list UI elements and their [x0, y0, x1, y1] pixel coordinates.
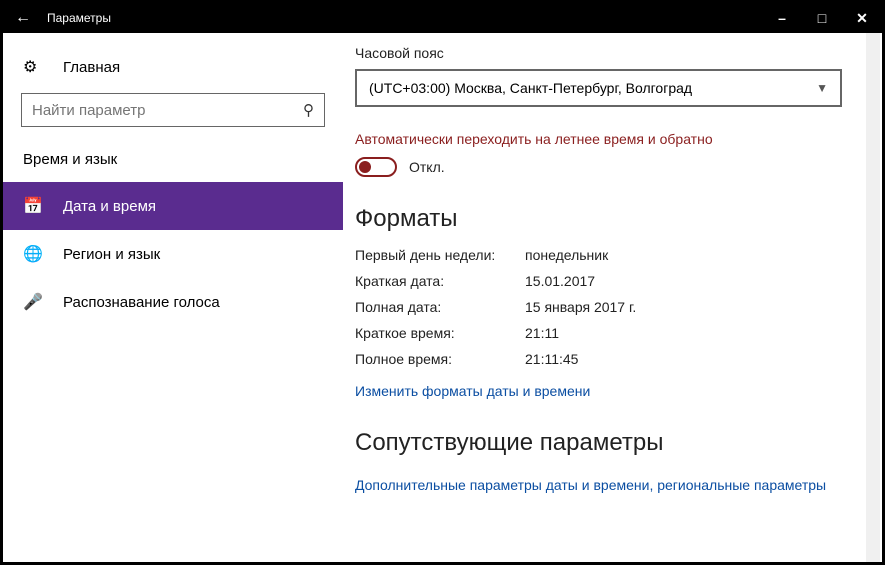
related-settings-link[interactable]: Дополнительные параметры даты и времени,… — [355, 477, 826, 493]
scrollbar[interactable] — [866, 33, 880, 562]
format-row: Краткое время:21:11 — [355, 325, 842, 341]
nav-region-language[interactable]: 🌐 Регион и язык — [3, 230, 343, 278]
search-icon: ⚲ — [303, 101, 314, 119]
back-button[interactable]: ← — [3, 9, 43, 27]
format-val: 15.01.2017 — [525, 273, 595, 289]
dst-state: Откл. — [409, 159, 445, 175]
timezone-label: Часовой пояс — [355, 45, 842, 61]
nav-date-time[interactable]: 📅 Дата и время — [3, 182, 343, 230]
calendar-clock-icon: 📅 — [23, 196, 43, 216]
maximize-button[interactable]: □ — [802, 10, 842, 26]
change-formats-link[interactable]: Изменить форматы даты и времени — [355, 383, 590, 399]
format-row: Первый день недели:понедельник — [355, 247, 842, 263]
nav-label: Регион и язык — [63, 246, 160, 263]
format-key: Первый день недели: — [355, 247, 525, 263]
gear-icon: ⚙ — [23, 57, 43, 77]
nav-speech[interactable]: 🎤 Распознавание голоса — [3, 278, 343, 326]
formats-heading: Форматы — [355, 205, 842, 233]
format-val: 21:11 — [525, 325, 559, 341]
window-title: Параметры — [43, 11, 762, 25]
home-label: Главная — [63, 59, 120, 76]
format-row: Краткая дата:15.01.2017 — [355, 273, 842, 289]
home-nav[interactable]: ⚙ Главная — [3, 49, 343, 93]
timezone-dropdown[interactable]: (UTC+03:00) Москва, Санкт-Петербург, Вол… — [355, 69, 842, 107]
format-key: Краткое время: — [355, 325, 525, 341]
content-pane: Часовой пояс (UTC+03:00) Москва, Санкт-П… — [343, 33, 882, 562]
microphone-icon: 🎤 — [23, 292, 43, 312]
format-val: понедельник — [525, 247, 608, 263]
titlebar: ← Параметры – □ ✕ — [3, 3, 882, 33]
search-input[interactable] — [32, 102, 303, 119]
language-icon: 🌐 — [23, 244, 43, 264]
format-row: Полная дата:15 января 2017 г. — [355, 299, 842, 315]
related-heading: Сопутствующие параметры — [355, 429, 842, 457]
nav-label: Дата и время — [63, 198, 156, 215]
nav-label: Распознавание голоса — [63, 294, 220, 311]
dst-label: Автоматически переходить на летнее время… — [355, 131, 842, 147]
timezone-value: (UTC+03:00) Москва, Санкт-Петербург, Вол… — [369, 80, 816, 96]
format-val: 15 января 2017 г. — [525, 299, 636, 315]
chevron-down-icon: ▼ — [816, 81, 828, 95]
format-key: Полное время: — [355, 351, 525, 367]
format-val: 21:11:45 — [525, 351, 578, 367]
format-key: Полная дата: — [355, 299, 525, 315]
format-key: Краткая дата: — [355, 273, 525, 289]
search-box[interactable]: ⚲ — [21, 93, 325, 127]
close-button[interactable]: ✕ — [842, 10, 882, 27]
minimize-button[interactable]: – — [762, 10, 802, 26]
dst-toggle[interactable] — [355, 157, 397, 177]
nav-group-header: Время и язык — [3, 145, 343, 182]
sidebar: ⚙ Главная ⚲ Время и язык 📅 Дата и время … — [3, 33, 343, 562]
format-row: Полное время:21:11:45 — [355, 351, 842, 367]
